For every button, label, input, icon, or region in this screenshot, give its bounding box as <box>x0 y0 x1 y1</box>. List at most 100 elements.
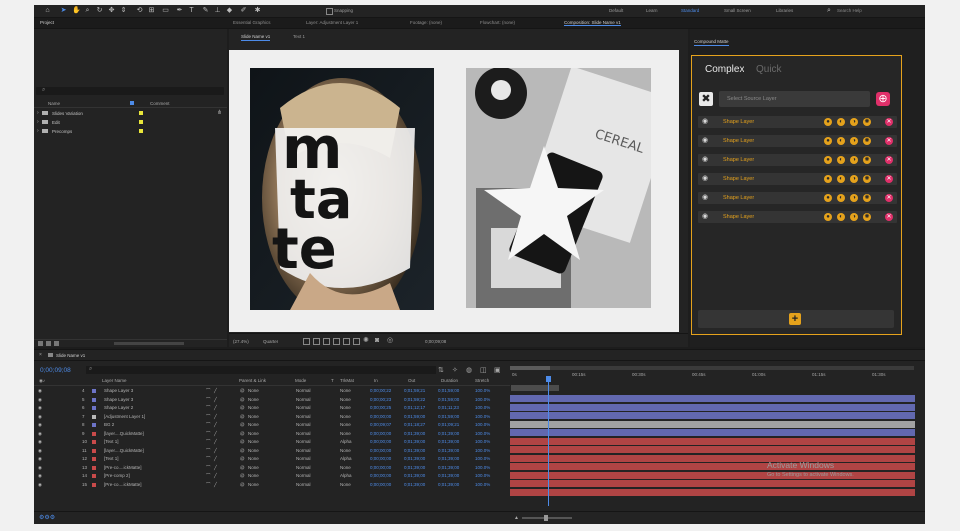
show-snapshot-icon[interactable]: ◎ <box>387 337 393 344</box>
grid-guides-icon[interactable] <box>333 338 340 345</box>
shy-switch-icon[interactable]: ⌒ <box>206 404 211 412</box>
snapshot-camera-icon[interactable]: ◙ <box>375 337 379 344</box>
playhead-line[interactable] <box>548 376 549 506</box>
fx-switch-icon[interactable]: ╱ <box>214 430 217 438</box>
workspace-libraries[interactable]: Libraries <box>776 8 793 13</box>
stretch-value[interactable]: 100.0% <box>475 421 490 429</box>
zoom-level-dropdown[interactable]: (27.4%) <box>233 339 249 344</box>
fx-switch-icon[interactable]: ╱ <box>214 455 217 463</box>
trkmat-dropdown[interactable]: None <box>340 447 351 455</box>
add-layer-button[interactable]: + <box>698 310 894 328</box>
viewer-tab-text-1[interactable]: Text 1 <box>293 34 305 39</box>
current-time-display[interactable]: 0;00;09;08 <box>40 367 71 374</box>
tab-layer[interactable]: Layer: Adjustment Layer 1 <box>306 20 358 25</box>
home-icon[interactable]: ⌂ <box>44 7 51 14</box>
remove-layer-icon[interactable]: ✕ <box>885 213 893 221</box>
draft-3d-icon[interactable]: ✧ <box>452 366 458 374</box>
column-parent[interactable]: Parent & Link <box>239 377 266 385</box>
color-management-icon[interactable]: ✺ <box>363 337 369 344</box>
fx-switch-icon[interactable]: ╱ <box>214 481 217 489</box>
fx-switch-icon[interactable]: ╱ <box>214 447 217 455</box>
source-picker-icon[interactable]: ✖ <box>699 92 713 106</box>
visibility-eye-icon[interactable]: ◉ <box>38 464 42 472</box>
close-icon[interactable]: × <box>39 352 42 358</box>
label-color-swatch[interactable] <box>92 397 96 402</box>
label-color-swatch[interactable] <box>139 120 143 124</box>
trkmat-dropdown[interactable]: None <box>340 396 351 404</box>
out-point-value[interactable]: 0;01;39;00 <box>404 438 425 446</box>
exposure-icon[interactable] <box>353 338 360 345</box>
parent-dropdown[interactable]: None <box>248 387 259 395</box>
out-point-value[interactable]: 0;01;39;00 <box>404 447 425 455</box>
fx-switch-icon[interactable]: ╱ <box>214 438 217 446</box>
shy-switch-icon[interactable]: ⌒ <box>206 481 211 489</box>
duration-value[interactable]: 0;01;39;00 <box>438 430 459 438</box>
label-color-swatch[interactable] <box>92 457 96 461</box>
invert-icon[interactable]: ◐ <box>837 194 845 202</box>
pick-whip-icon[interactable]: @ <box>240 438 245 446</box>
visibility-toggle-icon[interactable]: ◉ <box>702 117 708 125</box>
tab-footage[interactable]: Footage: (none) <box>410 20 442 25</box>
fx-switch-icon[interactable]: ╱ <box>214 413 217 421</box>
region-of-interest-icon[interactable] <box>303 338 310 345</box>
layer-duration-bar[interactable] <box>510 412 915 419</box>
out-point-value[interactable]: 0;01;59;22 <box>404 396 425 404</box>
channel-icon[interactable] <box>343 338 350 345</box>
parent-dropdown[interactable]: None <box>248 464 259 472</box>
project-search-input[interactable]: ⌕ <box>36 87 224 95</box>
pick-whip-icon[interactable]: @ <box>240 413 245 421</box>
layer-duration-bar[interactable] <box>510 403 915 411</box>
interpret-footage-icon[interactable] <box>38 341 43 346</box>
column-comment[interactable]: Comment <box>150 101 170 106</box>
playhead-handle[interactable] <box>546 376 551 382</box>
layer-row[interactable]: ◉ 4 Shape Layer 3 ⌒ ╱ @ None Normal None 0;00;00;… <box>34 387 510 395</box>
out-point-value[interactable]: 0;01;39;00 <box>404 455 425 463</box>
in-point-value[interactable]: 0;00;00;22 <box>370 387 391 395</box>
mode-dropdown[interactable]: Normal <box>296 481 311 489</box>
timeline-search-input[interactable]: ⌕ <box>86 366 436 374</box>
column-layer-name[interactable]: Layer Name <box>102 377 127 385</box>
out-point-value[interactable]: 0;01;39;00 <box>404 481 425 489</box>
tab-flowchart[interactable]: Flowchart: (none) <box>480 20 515 25</box>
trkmat-dropdown[interactable]: None <box>340 387 351 395</box>
visibility-eye-icon[interactable]: ◉ <box>38 404 42 412</box>
fx-switch-icon[interactable]: ╱ <box>214 421 217 429</box>
column-trkmat[interactable]: TrkMat <box>340 377 354 385</box>
pick-whip-icon[interactable]: @ <box>240 421 245 429</box>
layer-row[interactable]: ◉ 12 [Text 1] ⌒ ╱ @ None Normal Alpha 0;00;00;00 0… <box>34 455 510 463</box>
eraser-tool-icon[interactable]: ◆ <box>226 7 233 14</box>
motion-blur-icon[interactable]: ◍ <box>466 366 472 374</box>
layer-row[interactable]: ◉ 5 Shape Layer 3 ⌒ ╱ @ None Normal None 0;00;00;… <box>34 396 510 404</box>
in-point-value[interactable]: 0;00;00;00 <box>370 455 391 463</box>
workspace-standard[interactable]: Standard <box>681 8 699 13</box>
stretch-value[interactable]: 100.0% <box>475 430 490 438</box>
out-point-value[interactable]: 0;01;18;27 <box>404 421 425 429</box>
column-stretch[interactable]: Stretch <box>475 377 489 385</box>
in-point-value[interactable]: 0;00;00;00 <box>370 430 391 438</box>
shy-switch-icon[interactable]: ⌒ <box>206 447 211 455</box>
zoom-tool-icon[interactable]: ⌕ <box>84 7 91 14</box>
mode-dropdown[interactable]: Normal <box>296 430 311 438</box>
pick-whip-icon[interactable]: @ <box>240 447 245 455</box>
label-color-swatch[interactable] <box>92 423 96 427</box>
pan-tool-icon[interactable]: ✥ <box>108 7 115 14</box>
visibility-eye-icon[interactable]: ◉ <box>38 472 42 480</box>
pick-whip-icon[interactable]: @ <box>240 430 245 438</box>
trkmat-dropdown[interactable]: Alpha <box>340 472 352 480</box>
layer-row[interactable]: ◉ 7 [Adjustment Layer 1] ⌒ ╱ @ None Normal None 0… <box>34 413 510 421</box>
layer-row[interactable]: ◉ 11 [layer....QuickMatte] ⌒ ╱ @ None Normal Non… <box>34 447 510 455</box>
expand-arrow-icon[interactable]: › <box>37 110 39 116</box>
out-point-value[interactable]: 0;01;39;00 <box>404 472 425 480</box>
mode-dropdown[interactable]: Normal <box>296 438 311 446</box>
visibility-eye-icon[interactable]: ◉ <box>38 387 42 395</box>
layer-row[interactable]: ◉ 14 [Pre-comp 2] ⌒ ╱ @ None Normal Alpha 0;00;00… <box>34 472 510 480</box>
pick-whip-icon[interactable]: @ <box>240 455 245 463</box>
workspace-learn[interactable]: Learn <box>646 8 658 13</box>
matte-layer-row[interactable]: ◉ Shape Layer ● ◐ ◑ ✺ ✕ <box>698 211 897 223</box>
visibility-eye-icon[interactable]: ◉ <box>38 447 42 455</box>
mode-dropdown[interactable]: Normal <box>296 413 311 421</box>
label-color-swatch[interactable] <box>92 389 96 393</box>
visibility-toggle-icon[interactable]: ◉ <box>702 174 708 182</box>
shy-switch-icon[interactable]: ⌒ <box>206 438 211 446</box>
stretch-value[interactable]: 100.0% <box>475 447 490 455</box>
